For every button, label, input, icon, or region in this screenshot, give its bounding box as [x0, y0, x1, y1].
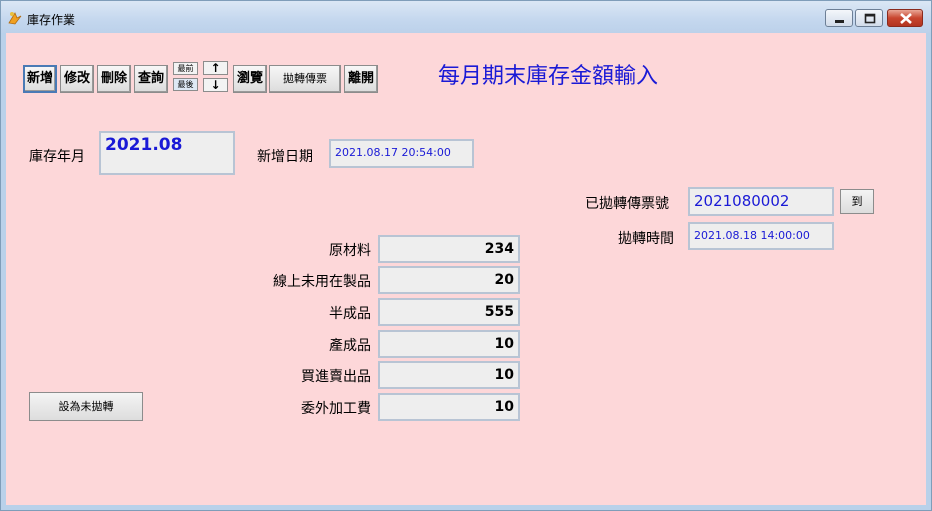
item-label: 產成品 — [329, 338, 371, 354]
item-label: 委外加工費 — [301, 401, 371, 417]
item-value-field[interactable]: 10 — [378, 330, 520, 358]
minimize-button[interactable] — [825, 9, 853, 27]
app-window: 庫存作業 新增 修改 刪除 查詢 最前 最後 ↑ ↓ 瀏覽 拋轉傳票 離開 每月… — [0, 0, 932, 511]
title-bar[interactable]: 庫存作業 — [1, 1, 931, 33]
app-icon — [8, 12, 22, 25]
item-label: 線上未用在製品 — [273, 274, 371, 290]
item-value-field[interactable]: 234 — [378, 235, 520, 263]
item-label: 買進賣出品 — [301, 369, 371, 385]
exit-button[interactable]: 離開 — [344, 65, 378, 93]
voucher-no-field[interactable]: 2021080002 — [688, 187, 834, 216]
item-value-field[interactable]: 10 — [378, 393, 520, 421]
maximize-button[interactable] — [855, 9, 883, 27]
post-time-field[interactable]: 2021.08.18 14:00:00 — [688, 222, 834, 250]
item-value-field[interactable]: 10 — [378, 361, 520, 389]
create-date-field[interactable]: 2021.08.17 20:54:00 — [329, 139, 474, 168]
voucher-no-label: 已拋轉傳票號 — [585, 196, 669, 212]
close-button[interactable] — [887, 9, 923, 27]
item-value-field[interactable]: 20 — [378, 266, 520, 294]
previous-record-button[interactable]: ↑ — [203, 61, 228, 75]
window-title: 庫存作業 — [27, 13, 76, 27]
stock-month-label: 庫存年月 — [29, 149, 85, 165]
edit-button[interactable]: 修改 — [60, 65, 94, 93]
browse-button[interactable]: 瀏覽 — [233, 65, 267, 93]
delete-button[interactable]: 刪除 — [97, 65, 131, 93]
query-button[interactable]: 查詢 — [134, 65, 168, 93]
stock-month-field[interactable]: 2021.08 — [99, 131, 235, 175]
post-voucher-button[interactable]: 拋轉傳票 — [269, 65, 341, 93]
post-time-label: 拋轉時間 — [618, 231, 674, 247]
page-title: 每月期末庫存金額輸入 — [438, 64, 659, 89]
create-date-label: 新增日期 — [257, 149, 313, 165]
add-button[interactable]: 新增 — [23, 65, 57, 93]
item-label: 半成品 — [329, 306, 371, 322]
form-area: 新增 修改 刪除 查詢 最前 最後 ↑ ↓ 瀏覽 拋轉傳票 離開 每月期末庫存金… — [6, 33, 926, 505]
next-record-button[interactable]: ↓ — [203, 78, 228, 92]
last-record-button[interactable]: 最後 — [173, 78, 198, 91]
first-record-button[interactable]: 最前 — [173, 62, 198, 75]
item-value-field[interactable]: 555 — [378, 298, 520, 326]
set-unposted-button[interactable]: 設為未拋轉 — [29, 392, 143, 421]
close-icon — [900, 13, 912, 24]
goto-voucher-button[interactable]: 到 — [840, 189, 874, 214]
minimize-icon — [835, 20, 844, 23]
item-label: 原材料 — [329, 243, 371, 259]
maximize-icon — [864, 13, 876, 24]
